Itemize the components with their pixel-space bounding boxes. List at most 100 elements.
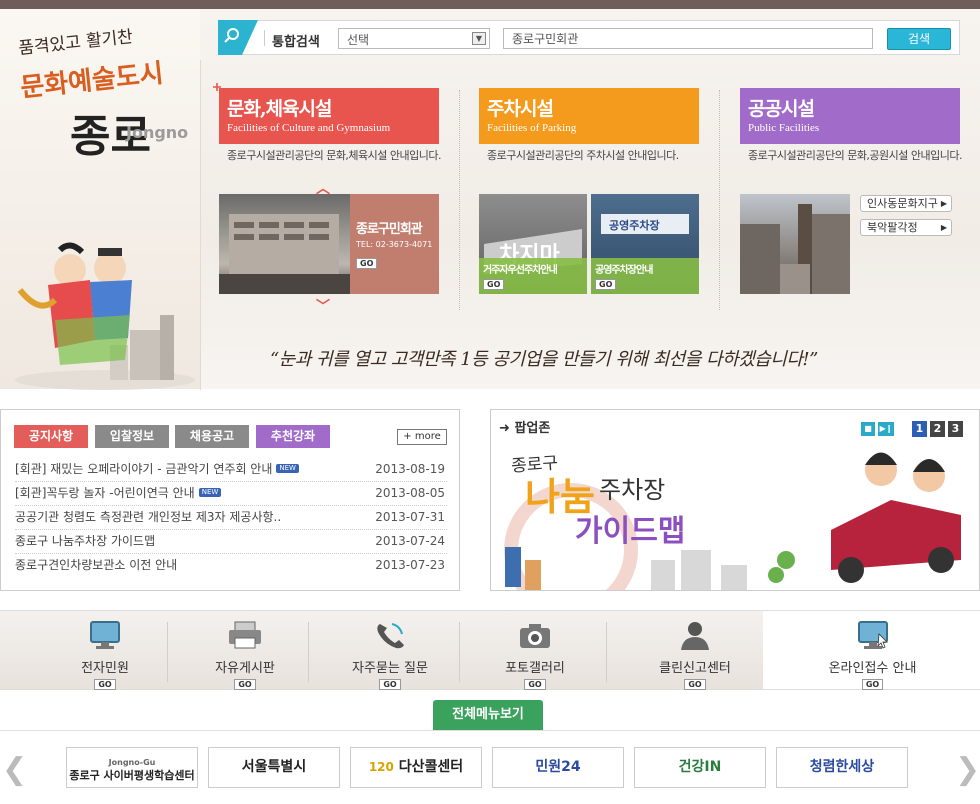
- culture-card-title: 종로구민회관: [356, 222, 423, 237]
- category-title: 문화,체육시설: [227, 98, 333, 120]
- category-culture[interactable]: 문화,체육시설 Facilities of Culture and Gymnas…: [219, 88, 439, 144]
- chevron-down-icon[interactable]: ▼: [472, 32, 486, 45]
- notice-title: 공공기관 청렴도 측정관련 개인정보 제3자 제공사항..: [15, 510, 282, 524]
- tab-bid[interactable]: 입찰정보: [95, 425, 169, 448]
- banner-clean-world[interactable]: 청렴한세상: [776, 747, 908, 788]
- hero-divider: [200, 60, 201, 390]
- column-divider: [719, 90, 720, 310]
- service-label: 전자민원: [81, 661, 129, 676]
- category-desc: 종로구시설관리공단의 문화,체육시설 안내입니다.: [227, 149, 442, 162]
- category-subtitle: Public Facilities: [748, 122, 820, 134]
- service-clean-report[interactable]: 클린신고센터 GO: [635, 612, 755, 690]
- parking-card-2[interactable]: 공영주차장 공영주차장안내 GO: [591, 194, 699, 294]
- link-insadong[interactable]: 인사동문화지구 ▶: [860, 195, 952, 212]
- tab-recruit[interactable]: 채용공고: [175, 425, 249, 448]
- chevron-left-icon[interactable]: ❮: [2, 752, 27, 787]
- link-bugak[interactable]: 북악팔각정 ▶: [860, 219, 952, 236]
- arrow-right-icon: ➜: [499, 421, 510, 436]
- parking-card-1[interactable]: 차지마 거주자우선주차안내 GO: [479, 194, 587, 294]
- more-label: more: [414, 431, 441, 442]
- top-bar: [0, 0, 980, 9]
- popup-line3: 주차장: [599, 476, 666, 504]
- notice-title: 종로구견인차량보관소 이전 안내: [15, 558, 178, 572]
- banner-sub: Jongno-Gu: [108, 758, 156, 767]
- service-e-civil[interactable]: 전자민원 GO: [60, 612, 150, 690]
- person-icon: [681, 622, 709, 650]
- service-board[interactable]: 자유게시판 GO: [195, 612, 295, 690]
- column-divider: [459, 90, 460, 310]
- phone-icon: [377, 623, 404, 649]
- more-button[interactable]: + more: [397, 429, 447, 445]
- public-photo[interactable]: [740, 194, 850, 294]
- category-title: 주차시설: [487, 98, 554, 120]
- list-item[interactable]: [회관] 재밌는 오페라이야기 - 금관악기 연주회 안내 NEW 2013-08…: [15, 458, 447, 482]
- list-item[interactable]: [회관]꼭두랑 놀자 -어린이연극 안내 NEW 2013-08-05: [15, 482, 447, 506]
- list-item[interactable]: 공공기관 청렴도 측정관련 개인정보 제3자 제공사항.. 2013-07-31: [15, 506, 447, 530]
- service-divider: [459, 622, 460, 682]
- chevron-down-icon[interactable]: ﹀: [316, 296, 330, 316]
- go-button[interactable]: GO: [483, 279, 505, 290]
- page-1[interactable]: 1: [912, 421, 927, 437]
- tab-lecture[interactable]: 추천강좌: [256, 425, 330, 448]
- new-badge: NEW: [198, 488, 222, 497]
- search-button[interactable]: 검색: [887, 28, 951, 50]
- go-button[interactable]: GO: [524, 679, 546, 690]
- page-3[interactable]: 3: [948, 421, 963, 437]
- list-item[interactable]: 종로구견인차량보관소 이전 안내 2013-07-23: [15, 554, 447, 578]
- new-badge: NEW: [276, 464, 299, 473]
- category-public[interactable]: 공공시설 Public Facilities: [740, 88, 960, 144]
- slogan-en: Jongno: [126, 123, 189, 142]
- go-button[interactable]: GO: [684, 679, 706, 690]
- banner-dasan[interactable]: 120 다산콜센터: [350, 747, 482, 788]
- parking-card-1-title: 거주자우선주차안내: [483, 265, 558, 276]
- notice-title: [회관]꼭두랑 놀자 -어린이연극 안내: [15, 486, 195, 500]
- go-button[interactable]: GO: [356, 258, 378, 269]
- go-button[interactable]: GO: [861, 679, 884, 690]
- service-label: 클린신고센터: [659, 661, 731, 676]
- service-divider: [167, 622, 168, 682]
- notice-title: 종로구 나눔주차장 가이드맵: [15, 534, 156, 548]
- popup-zone[interactable]: ➜ 팝업존 ■ ▶❙ 1 2 3 종로구 나눔 주차장 가이드맵: [490, 409, 980, 591]
- service-label: 자유게시판: [215, 661, 275, 676]
- category-parking[interactable]: 주차시설 Facilities of Parking: [479, 88, 699, 144]
- go-button[interactable]: GO: [234, 679, 256, 690]
- notice-date: 2013-07-24: [375, 534, 445, 548]
- chevron-right-icon[interactable]: ❯: [955, 752, 980, 787]
- banner-minwon24[interactable]: 민원24: [492, 747, 624, 788]
- service-label: 온라인접수 안내: [828, 661, 917, 676]
- culture-photo[interactable]: [219, 194, 350, 294]
- popup-title-text: 팝업존: [514, 421, 551, 436]
- go-button[interactable]: GO: [94, 679, 116, 690]
- banner-label: 다산콜센터: [398, 759, 464, 775]
- popup-title: ➜ 팝업존: [499, 417, 550, 436]
- service-online-receipt[interactable]: 온라인접수 안내 GO: [805, 612, 940, 690]
- banner-label: 종로구 사이버평생학습센터: [69, 769, 195, 782]
- culture-card[interactable]: 종로구민회관 TEL: 02-3673-4071 GO: [350, 194, 439, 294]
- banner-label: 민원24: [535, 759, 581, 775]
- full-menu-button[interactable]: 전체메뉴보기: [433, 700, 543, 730]
- service-divider: [606, 622, 607, 682]
- culture-card-tel: TEL: 02-3673-4071: [356, 240, 433, 249]
- list-item[interactable]: 종로구 나눔주차장 가이드맵 2013-07-24: [15, 530, 447, 554]
- banner-health-in[interactable]: 건강IN: [634, 747, 766, 788]
- notice-date: 2013-08-19: [375, 462, 445, 476]
- arrow-right-icon: ▶: [940, 223, 947, 232]
- go-button[interactable]: GO: [595, 279, 617, 290]
- go-button[interactable]: GO: [379, 679, 401, 690]
- service-faq[interactable]: 자주묻는 질문 GO: [330, 612, 450, 690]
- banner-jongno-learning[interactable]: Jongno-Gu 종로구 사이버평생학습센터: [66, 747, 198, 788]
- search-select[interactable]: 선택 ▼: [338, 28, 490, 49]
- mascot-illustration: [15, 242, 195, 390]
- service-divider: [308, 622, 309, 682]
- play-pause-icon[interactable]: ▶❙: [878, 422, 894, 436]
- search-input[interactable]: [503, 28, 873, 49]
- svg-text:공영주차장: 공영주차장: [609, 218, 660, 232]
- search-select-value: 선택: [347, 33, 370, 47]
- popup-line4: 가이드맵: [575, 514, 686, 549]
- monitor-icon: [90, 621, 120, 649]
- page-2[interactable]: 2: [930, 421, 945, 437]
- stop-icon[interactable]: ■: [861, 422, 875, 436]
- tab-notice[interactable]: 공지사항: [14, 425, 88, 448]
- banner-seoul[interactable]: 서울특별시: [208, 747, 340, 788]
- service-gallery[interactable]: 포토갤러리 GO: [485, 612, 585, 690]
